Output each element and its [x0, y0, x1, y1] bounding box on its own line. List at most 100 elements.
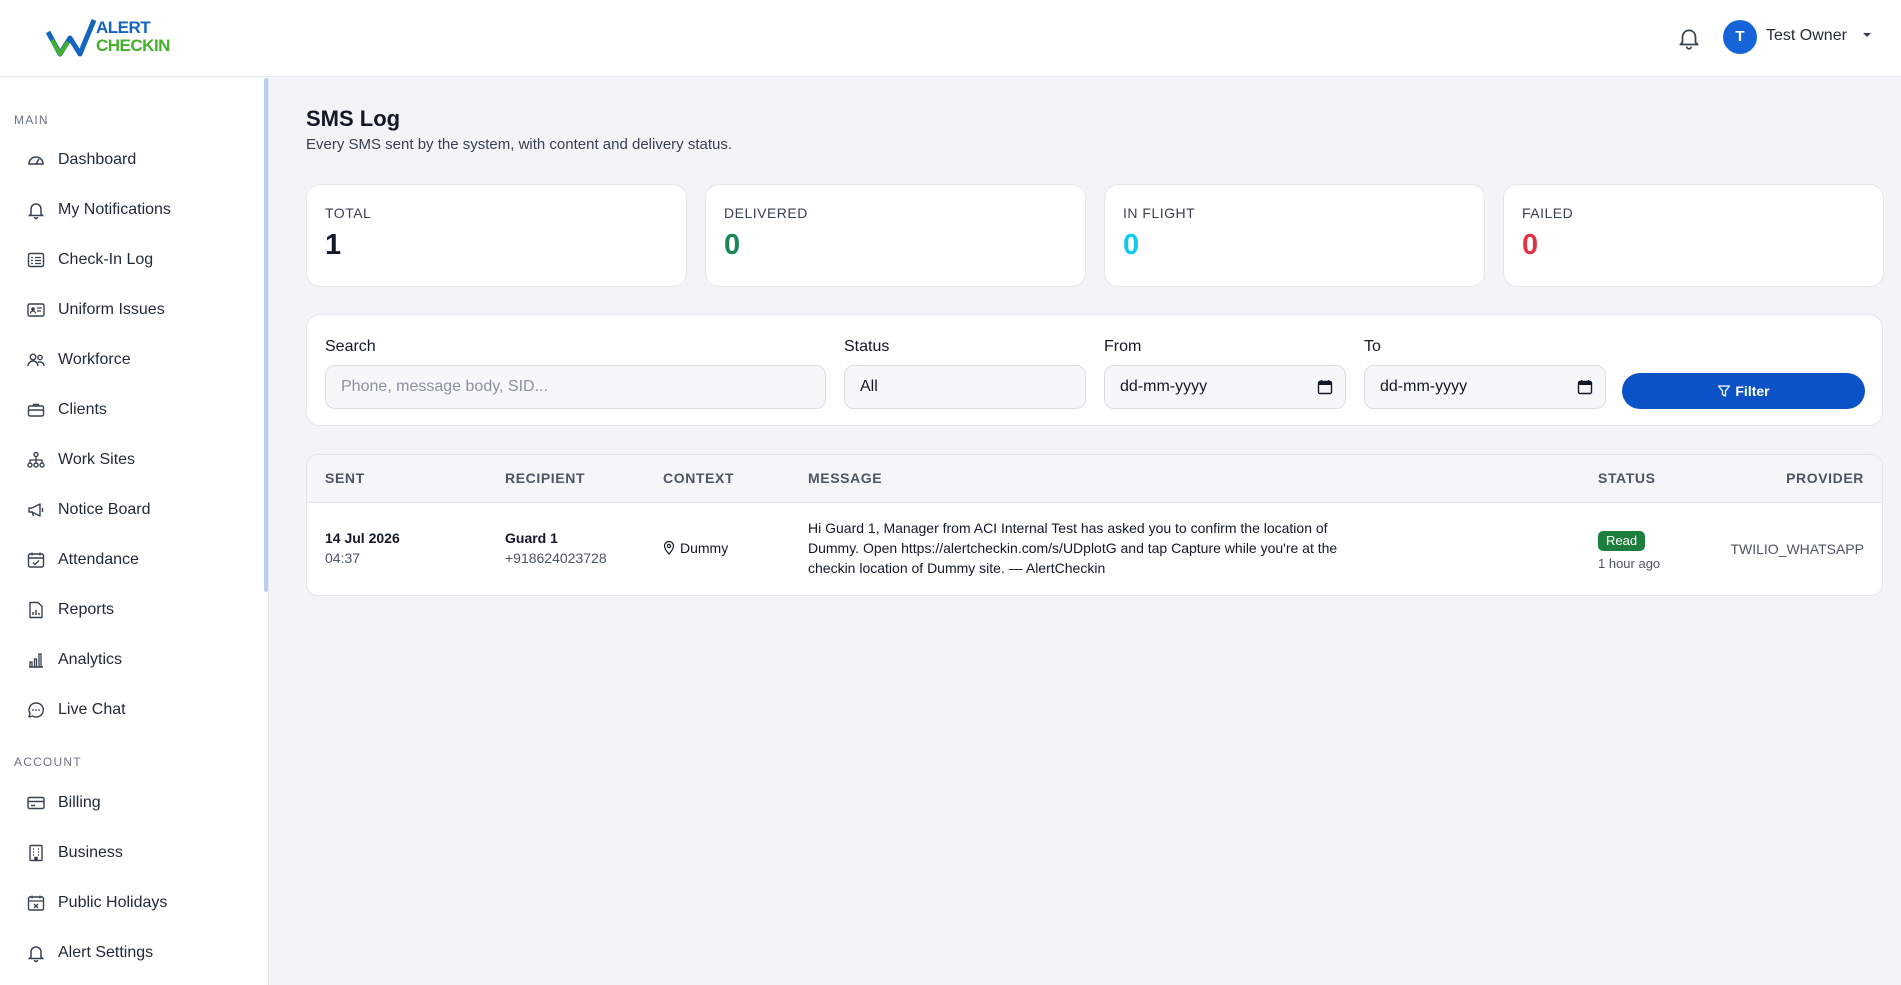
sidebar-item-workforce[interactable]: Workforce [26, 342, 256, 378]
megaphone-icon [28, 503, 44, 517]
sidebar-item-label: Business [58, 844, 123, 861]
sidebar-item-label: Dashboard [58, 151, 137, 168]
logo-check-icon [46, 19, 96, 57]
filter-button[interactable]: Filter [1622, 373, 1865, 409]
credit-card-icon [27, 796, 45, 810]
sidebar-item-label: Attendance [58, 551, 139, 568]
sitemap-icon [27, 451, 45, 468]
sidebar-item-label: My Notifications [58, 201, 171, 218]
message-line: Dummy. Open https://alertcheckin.com/s/U… [808, 540, 1338, 556]
from-date-value: dd-mm-yyyy [1120, 378, 1208, 395]
to-date-field[interactable]: dd-mm-yyyy [1364, 365, 1606, 409]
sidebar-item-label: Uniform Issues [58, 301, 165, 318]
logo-line1: ALERT [96, 18, 151, 37]
provider-name: TWILIO_WHATSAPP [1730, 541, 1864, 557]
logo-line2: CHECKIN [96, 36, 170, 55]
dashboard-icon [28, 156, 44, 165]
from-date-label: From [1104, 338, 1142, 355]
stat-label: DELIVERED [724, 205, 808, 221]
calendar-check-icon [27, 552, 45, 568]
sidebar-item-label: Analytics [58, 651, 123, 668]
sidebar-item-label: Check-In Log [58, 251, 154, 268]
column-header-context[interactable]: CONTEXT [663, 470, 734, 486]
sidebar-item-label: Alert Settings [58, 944, 154, 961]
column-header-sent[interactable]: SENT [325, 470, 365, 486]
people-icon [27, 353, 45, 367]
page-title: SMS Log [306, 106, 401, 131]
top-bar: ALERT CHECKIN T Test Owner [0, 0, 1901, 77]
funnel-icon [1718, 385, 1731, 397]
sidebar-item-live-chat[interactable]: Live Chat [26, 692, 256, 728]
status-badge: Read [1598, 531, 1646, 551]
bell-icon [27, 946, 45, 963]
sidebar-item-notice-board[interactable]: Notice Board [26, 492, 256, 528]
user-avatar[interactable]: T [1723, 20, 1757, 54]
stat-card-in-flight: IN FLIGHT 0 [1104, 184, 1485, 287]
stat-value: 0 [1522, 229, 1539, 261]
sidebar-item-reports[interactable]: Reports [26, 592, 256, 628]
map-pin-icon [663, 541, 675, 555]
column-header-recipient[interactable]: RECIPIENT [505, 470, 585, 486]
logo-wordmark: ALERT CHECKIN [96, 19, 170, 55]
sidebar-item-clients[interactable]: Clients [26, 392, 256, 428]
sidebar-item-label: Billing [58, 794, 101, 811]
message-line: Hi Guard 1, Manager from ACI Internal Te… [808, 520, 1328, 536]
sidebar: MAIN Dashboard My Notifications Check-In… [0, 78, 269, 985]
sidebar-item-check-in-log[interactable]: Check-In Log [26, 242, 256, 278]
context-site[interactable]: Dummy [680, 540, 728, 556]
calendar-x-icon [27, 895, 45, 911]
sidebar-item-label: Notice Board [58, 501, 151, 518]
sidebar-item-label: Reports [58, 601, 115, 618]
sent-date: 14 Jul 2026 [325, 530, 400, 546]
sidebar-item-billing[interactable]: Billing [26, 785, 256, 821]
calendar-icon[interactable] [1317, 379, 1333, 395]
stat-label: TOTAL [325, 205, 372, 221]
building-icon [29, 844, 43, 862]
stat-label: FAILED [1522, 205, 1574, 221]
list-icon [27, 252, 45, 268]
search-input[interactable]: Phone, message body, SID... [325, 365, 826, 409]
sidebar-item-attendance[interactable]: Attendance [26, 542, 256, 578]
sidebar-item-my-notifications[interactable]: My Notifications [26, 192, 256, 228]
filter-panel: Search Phone, message body, SID... Statu… [306, 314, 1883, 426]
app-logo[interactable]: ALERT CHECKIN [46, 16, 176, 60]
column-header-status[interactable]: STATUS [1598, 470, 1656, 486]
to-date-value: dd-mm-yyyy [1380, 378, 1468, 395]
stat-label: IN FLIGHT [1123, 205, 1196, 221]
sidebar-scrollbar[interactable] [264, 78, 268, 592]
column-header-provider[interactable]: PROVIDER [1786, 470, 1864, 486]
recipient-name: Guard 1 [505, 530, 558, 546]
search-label: Search [325, 338, 376, 355]
stat-value: 0 [724, 229, 741, 261]
sidebar-item-analytics[interactable]: Analytics [26, 642, 256, 678]
sidebar-item-uniform-issues[interactable]: Uniform Issues [26, 292, 256, 328]
recipient-phone: +918624023728 [505, 550, 607, 566]
status-time: 1 hour ago [1598, 556, 1661, 571]
notifications-bell-icon[interactable] [1676, 24, 1702, 52]
user-name[interactable]: Test Owner [1766, 27, 1847, 45]
sidebar-item-label: Public Holidays [58, 894, 168, 911]
stat-card-failed: FAILED 0 [1503, 184, 1884, 287]
sidebar-item-dashboard[interactable]: Dashboard [26, 142, 256, 178]
table-header: SENT RECIPIENT CONTEXT MESSAGE STATUS PR… [307, 455, 1882, 503]
message-line: checkin location of Dummy site. — AlertC… [808, 560, 1106, 576]
column-header-message[interactable]: MESSAGE [808, 470, 882, 486]
status-label: Status [844, 338, 890, 355]
stat-card-delivered: DELIVERED 0 [705, 184, 1086, 287]
sms-log-table: SENT RECIPIENT CONTEXT MESSAGE STATUS PR… [306, 454, 1883, 596]
sidebar-item-alert-settings[interactable]: Alert Settings [26, 935, 256, 971]
from-date-field[interactable]: dd-mm-yyyy [1104, 365, 1346, 409]
sidebar-item-business[interactable]: Business [26, 835, 256, 871]
bell-icon [27, 203, 45, 220]
sidebar-item-public-holidays[interactable]: Public Holidays [26, 885, 256, 921]
to-date-label: To [1364, 338, 1381, 355]
sidebar-section-main: MAIN [14, 113, 49, 127]
sidebar-item-label: Work Sites [58, 451, 136, 468]
calendar-icon[interactable] [1577, 379, 1593, 395]
sidebar-item-work-sites[interactable]: Work Sites [26, 442, 256, 478]
status-select[interactable]: All [844, 365, 1086, 409]
stat-value: 1 [325, 229, 342, 261]
sidebar-section-account: ACCOUNT [14, 755, 82, 769]
sidebar-item-label: Live Chat [58, 701, 126, 718]
chevron-down-icon[interactable] [1860, 28, 1874, 42]
